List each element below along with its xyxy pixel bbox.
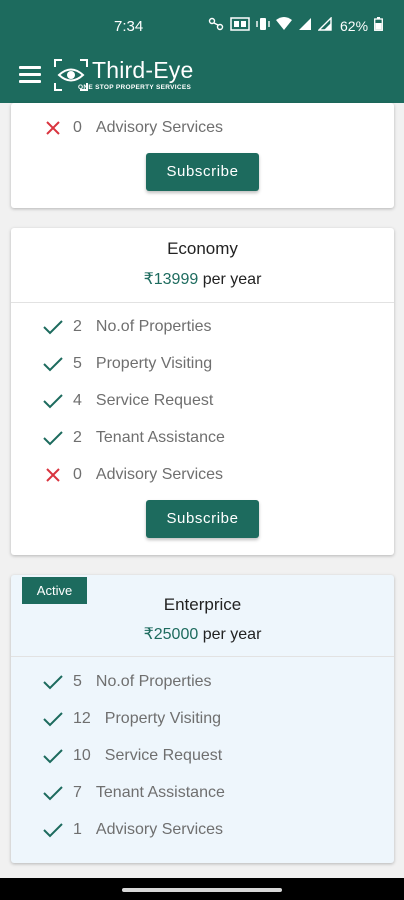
feature-label: Tenant Assistance bbox=[95, 784, 225, 801]
app-logo: Third-Eye ONE STOP PROPERTY SERVICES bbox=[52, 56, 222, 98]
check-icon bbox=[43, 783, 63, 803]
gallery-icon bbox=[230, 17, 250, 34]
feature-label: Property Visiting bbox=[104, 710, 221, 727]
plan-card-enterprice: Active Enterprice ₹25000 per year 5 No.o… bbox=[11, 575, 394, 863]
battery-level: 62% bbox=[340, 17, 369, 34]
feature-count: 2 bbox=[73, 429, 82, 446]
feature-row: 4 Service Request bbox=[43, 389, 213, 413]
brand-name: Third-Eye bbox=[92, 57, 194, 83]
system-navigation-bar bbox=[0, 878, 404, 900]
status-bar: 7:34 62% bbox=[0, 0, 404, 52]
feature-row: 10 Service Request bbox=[43, 744, 222, 768]
signal-icon bbox=[298, 17, 312, 34]
feature-row: 7 Tenant Assistance bbox=[43, 781, 225, 805]
battery-icon bbox=[374, 17, 383, 34]
plan-price: ₹13999 per year bbox=[11, 269, 394, 289]
cross-icon bbox=[43, 118, 63, 138]
feature-count: 0 bbox=[73, 119, 82, 136]
plan-card-economy: Economy ₹13999 per year 2 No.of Properti… bbox=[11, 228, 394, 555]
subscribe-button[interactable]: Subscribe bbox=[146, 500, 259, 538]
feature-label: Service Request bbox=[104, 747, 223, 764]
price-period: per year bbox=[202, 626, 262, 643]
feature-label: Advisory Services bbox=[95, 119, 224, 136]
brand-tagline: ONE STOP PROPERTY SERVICES bbox=[78, 84, 192, 91]
plan-header: Economy ₹13999 per year bbox=[11, 228, 394, 303]
check-icon bbox=[43, 391, 63, 411]
price-amount: ₹13999 bbox=[143, 271, 199, 288]
price-amount: ₹25000 bbox=[143, 626, 199, 643]
feature-row: 5 No.of Properties bbox=[43, 670, 212, 694]
feature-count: 0 bbox=[73, 466, 82, 483]
vibrate-icon bbox=[256, 17, 270, 34]
subscribe-button[interactable]: Subscribe bbox=[146, 153, 259, 191]
feature-row: 2 Tenant Assistance bbox=[43, 426, 225, 450]
check-icon bbox=[43, 428, 63, 448]
cross-icon bbox=[43, 465, 63, 485]
home-gesture-handle[interactable] bbox=[122, 888, 282, 892]
feature-count: 10 bbox=[73, 747, 91, 764]
check-icon bbox=[43, 820, 63, 840]
feature-row: 1 Advisory Services bbox=[43, 818, 223, 842]
plan-card-basic: 0 Advisory Services Subscribe bbox=[11, 103, 394, 208]
check-icon bbox=[43, 354, 63, 374]
signal-2-icon bbox=[317, 16, 332, 34]
feature-label: No.of Properties bbox=[95, 673, 212, 690]
feature-row: 0 Advisory Services bbox=[43, 463, 223, 487]
check-icon bbox=[43, 672, 63, 692]
media-icon bbox=[208, 17, 224, 34]
price-period: per year bbox=[202, 271, 262, 288]
feature-count: 4 bbox=[73, 392, 82, 409]
feature-count: 5 bbox=[73, 673, 82, 690]
plan-price: ₹25000 per year bbox=[11, 624, 394, 644]
check-icon bbox=[43, 317, 63, 337]
wifi-icon bbox=[276, 17, 292, 34]
feature-label: Tenant Assistance bbox=[95, 429, 225, 446]
app-header: 7:34 62% Third-Eye ONE STOP PROPERTY SER… bbox=[0, 0, 404, 103]
plan-name: Economy bbox=[167, 239, 238, 258]
status-time: 7:34 bbox=[114, 18, 144, 35]
check-icon bbox=[43, 746, 63, 766]
status-icons: 62% bbox=[208, 16, 383, 34]
feature-label: Advisory Services bbox=[95, 821, 224, 838]
feature-count: 12 bbox=[73, 710, 91, 727]
feature-count: 7 bbox=[73, 784, 82, 801]
feature-label: No.of Properties bbox=[95, 318, 212, 335]
feature-row: 12 Property Visiting bbox=[43, 707, 221, 731]
feature-count: 1 bbox=[73, 821, 82, 838]
feature-label: Service Request bbox=[95, 392, 214, 409]
feature-row: 2 No.of Properties bbox=[43, 315, 212, 339]
feature-row: 0 Advisory Services bbox=[43, 116, 223, 140]
feature-row: 5 Property Visiting bbox=[43, 352, 212, 376]
app-bar: Third-Eye ONE STOP PROPERTY SERVICES bbox=[0, 52, 404, 103]
check-icon bbox=[43, 709, 63, 729]
menu-icon[interactable] bbox=[19, 66, 41, 84]
feature-label: Property Visiting bbox=[95, 355, 213, 372]
active-badge: Active bbox=[22, 577, 87, 604]
feature-label: Advisory Services bbox=[95, 466, 224, 483]
feature-count: 2 bbox=[73, 318, 82, 335]
feature-count: 5 bbox=[73, 355, 82, 372]
